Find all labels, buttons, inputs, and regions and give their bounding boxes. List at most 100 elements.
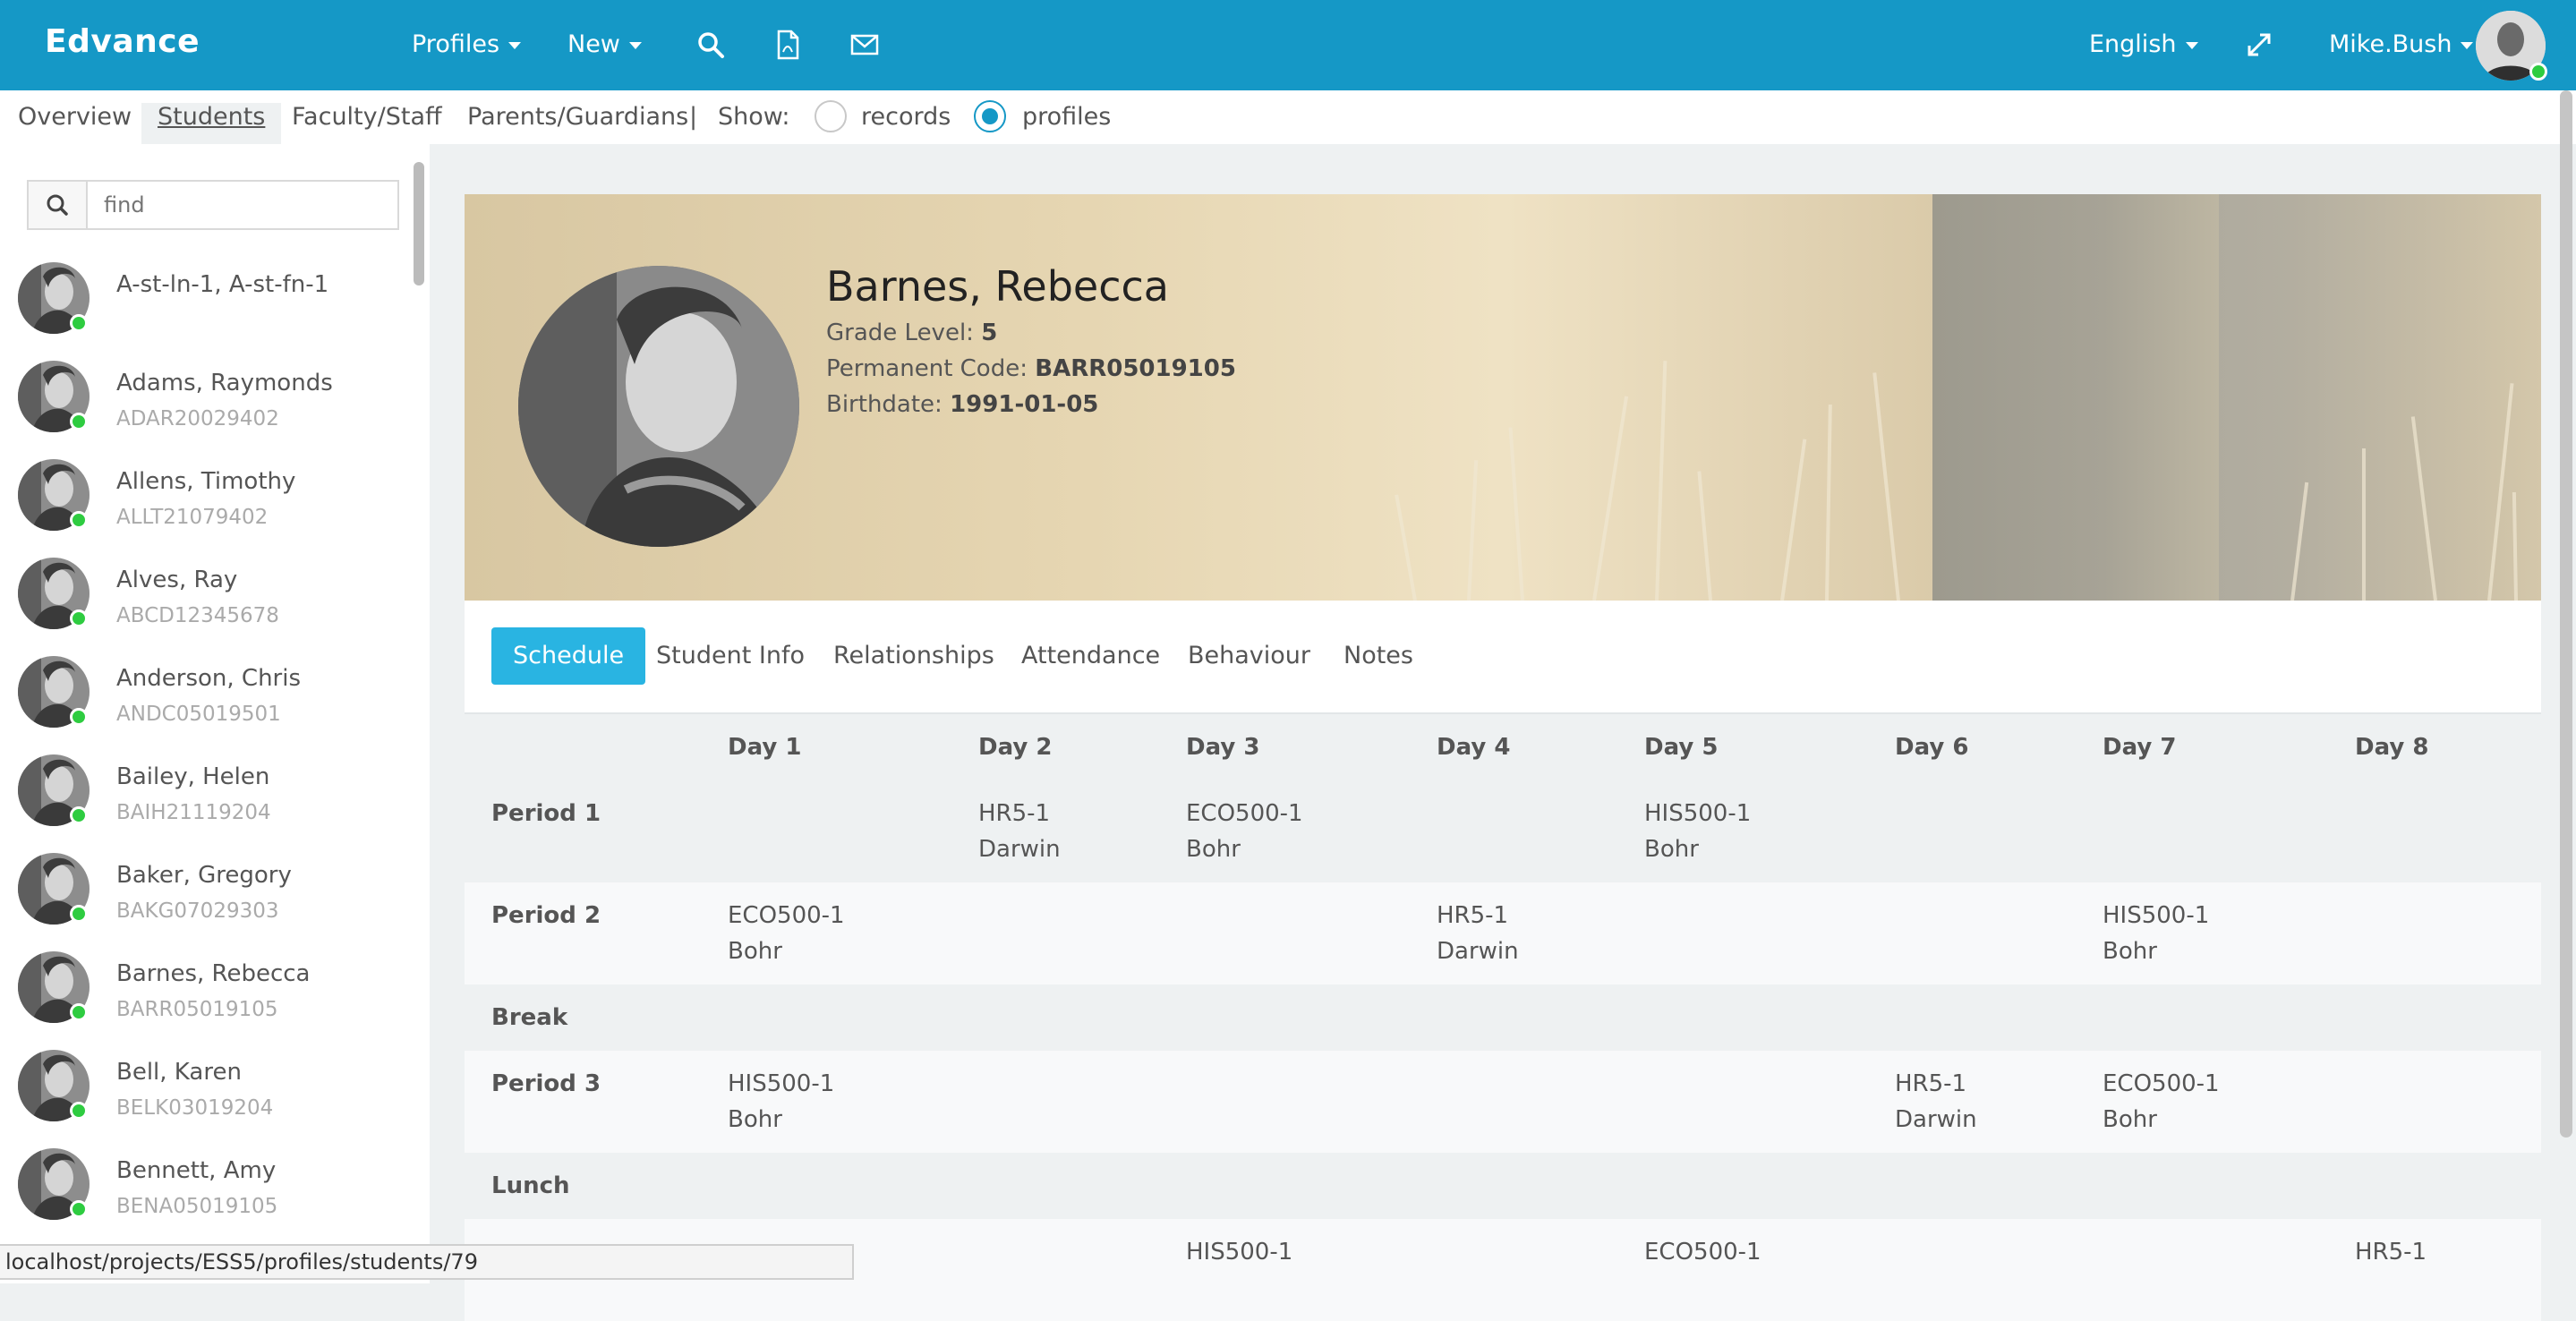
teacher-name: Bohr [728, 1106, 782, 1133]
tab-students[interactable]: Students [141, 103, 282, 144]
teacher-name: Bohr [1644, 836, 1699, 863]
pdf-icon[interactable] [772, 29, 804, 61]
profile-photo [518, 266, 799, 547]
tab-faculty-staff[interactable]: Faculty/Staff [292, 103, 442, 144]
schedule-class-cell[interactable]: HIS500-1 [1186, 1234, 1292, 1270]
teacher-name: Bohr [2103, 938, 2157, 965]
student-list-item[interactable]: Bennett, Amy BENA05019105 [0, 1138, 412, 1236]
schedule-class-cell[interactable]: HIS500-1 Bohr [2103, 898, 2209, 969]
mail-icon[interactable] [849, 29, 881, 61]
student-name: A-st-ln-1, A-st-fn-1 [116, 271, 329, 298]
page-scrollbar[interactable] [2560, 90, 2572, 1138]
online-status-dot [70, 1102, 88, 1120]
period-label: Period 1 [491, 800, 601, 827]
student-list-item[interactable]: Barnes, Rebecca BARR05019105 [0, 941, 412, 1039]
banner-grass-strand [1508, 427, 1524, 601]
period-label: Period 3 [491, 1070, 601, 1097]
profiles-menu[interactable]: Profiles [412, 30, 522, 58]
tab-parents-guardians[interactable]: Parents/Guardians [467, 103, 688, 144]
sidebar-scrollbar[interactable] [414, 162, 424, 286]
student-list-item[interactable]: Allens, Timothy ALLT21079402 [0, 448, 412, 547]
student-list-item[interactable]: Baker, Gregory BAKG07029303 [0, 842, 412, 941]
course-code: HR5-1 [2355, 1239, 2427, 1266]
birth-value: 1991-01-05 [950, 391, 1099, 418]
banner-grass-strand [1467, 460, 1479, 601]
records-radio[interactable] [815, 100, 847, 132]
profiles-radio[interactable] [974, 100, 1006, 132]
course-code: HIS500-1 [1644, 800, 1752, 827]
student-code: BARR05019105 [116, 998, 278, 1021]
schedule-class-cell[interactable]: HR5-1 Darwin [1437, 898, 1519, 969]
user-menu[interactable]: Mike.Bush [2329, 30, 2474, 58]
student-list-item[interactable]: Adams, Raymonds ADAR20029402 [0, 350, 412, 448]
caret-down-icon [2185, 41, 2198, 49]
banner-grass-strand [2362, 448, 2366, 601]
teacher-name: Bohr [728, 938, 782, 965]
online-status-dot [70, 708, 88, 726]
student-list-item[interactable]: Bailey, Helen BAIH21119204 [0, 744, 412, 842]
banner-grass-strand [2410, 416, 2437, 601]
profile-name: Barnes, Rebecca [826, 262, 1169, 311]
day-header: Day 8 [2355, 734, 2429, 761]
schedule-class-cell[interactable]: ECO500-1 Bohr [1186, 796, 1303, 867]
day-header: Day 3 [1186, 734, 1260, 761]
student-code: BAKG07029303 [116, 899, 279, 923]
birth-label: Birthdate: [826, 391, 943, 418]
course-code: HR5-1 [1895, 1070, 1967, 1097]
schedule-class-cell[interactable]: HIS500-1 Bohr [1644, 796, 1751, 867]
tab-notes[interactable]: Notes [1322, 627, 1435, 685]
student-code: ANDC05019501 [116, 703, 281, 726]
student-code: BELK03019204 [116, 1096, 274, 1120]
schedule-class-cell[interactable]: ECO500-1 Bohr [2103, 1066, 2220, 1138]
expand-icon[interactable] [2243, 29, 2275, 61]
student-list-item[interactable]: Alves, Ray ABCD12345678 [0, 547, 412, 645]
student-name: Adams, Raymonds [116, 370, 333, 396]
student-list-item[interactable]: Anderson, Chris ANDC05019501 [0, 645, 412, 744]
student-code: ABCD12345678 [116, 604, 279, 627]
schedule-class-cell[interactable]: HR5-1 Darwin [1895, 1066, 1977, 1138]
online-status-dot [70, 413, 88, 430]
tab-attendance[interactable]: Attendance [1000, 627, 1181, 685]
records-label[interactable]: records [861, 103, 951, 144]
caret-down-icon [2461, 41, 2474, 49]
schedule-class-cell[interactable]: ECO500-1 Bohr [728, 898, 845, 969]
search-icon [47, 194, 68, 216]
schedule-class-cell[interactable]: HIS500-1 Bohr [728, 1066, 834, 1138]
profiles-label[interactable]: profiles [1022, 103, 1111, 144]
day-header: Day 5 [1644, 734, 1719, 761]
schedule-class-cell[interactable]: HR5-1 [2355, 1234, 2427, 1270]
top-navbar: Edvance Profiles New English Mike.Bush [0, 0, 2576, 90]
student-name: Alves, Ray [116, 567, 238, 593]
new-menu[interactable]: New [567, 30, 642, 58]
day-header: Day 7 [2103, 734, 2177, 761]
profile-tabs: Schedule Student Info Relationships Atte… [465, 601, 2541, 714]
student-name: Anderson, Chris [116, 665, 302, 692]
grade-label: Grade Level: [826, 320, 974, 346]
tab-overview[interactable]: Overview [18, 103, 132, 144]
language-menu[interactable]: English [2089, 30, 2198, 58]
online-status-dot [70, 511, 88, 529]
search-button[interactable] [29, 182, 88, 228]
search-icon[interactable] [695, 29, 727, 61]
schedule-header-row: Day 1 Day 2 Day 3 Day 4 Day 5 Day 6 Day 7 Day 8 [465, 714, 2541, 780]
brand-logo[interactable]: Edvance [45, 23, 200, 60]
caret-down-icon [508, 41, 522, 49]
tab-relationships[interactable]: Relationships [812, 627, 1016, 685]
tab-behaviour[interactable]: Behaviour [1166, 627, 1332, 685]
schedule-class-cell[interactable]: ECO500-1 [1644, 1234, 1761, 1270]
period-label: Break [491, 1004, 568, 1031]
student-list-item[interactable]: Bell, Karen BELK03019204 [0, 1039, 412, 1138]
schedule-class-cell[interactable]: HR5-1 Darwin [978, 796, 1061, 867]
permanent-code: Permanent Code: BARR05019105 [826, 355, 1236, 382]
tab-student-info[interactable]: Student Info [635, 627, 826, 685]
schedule-row: Lunch [465, 1153, 2541, 1219]
student-list-item[interactable]: A-st-ln-1, A-st-fn-1 [0, 251, 412, 350]
banner-grass-strand [1395, 494, 1417, 601]
tab-schedule[interactable]: Schedule [491, 627, 646, 685]
schedule-row: Period 3 HIS500-1 Bohr HR5-1 Darwin ECO500-1 B… [465, 1051, 2541, 1153]
student-search-input[interactable] [88, 182, 396, 228]
teacher-name: Darwin [978, 836, 1061, 863]
profiles-menu-label: Profiles [412, 30, 500, 58]
new-menu-label: New [567, 30, 620, 58]
student-code: ADAR20029402 [116, 407, 279, 430]
